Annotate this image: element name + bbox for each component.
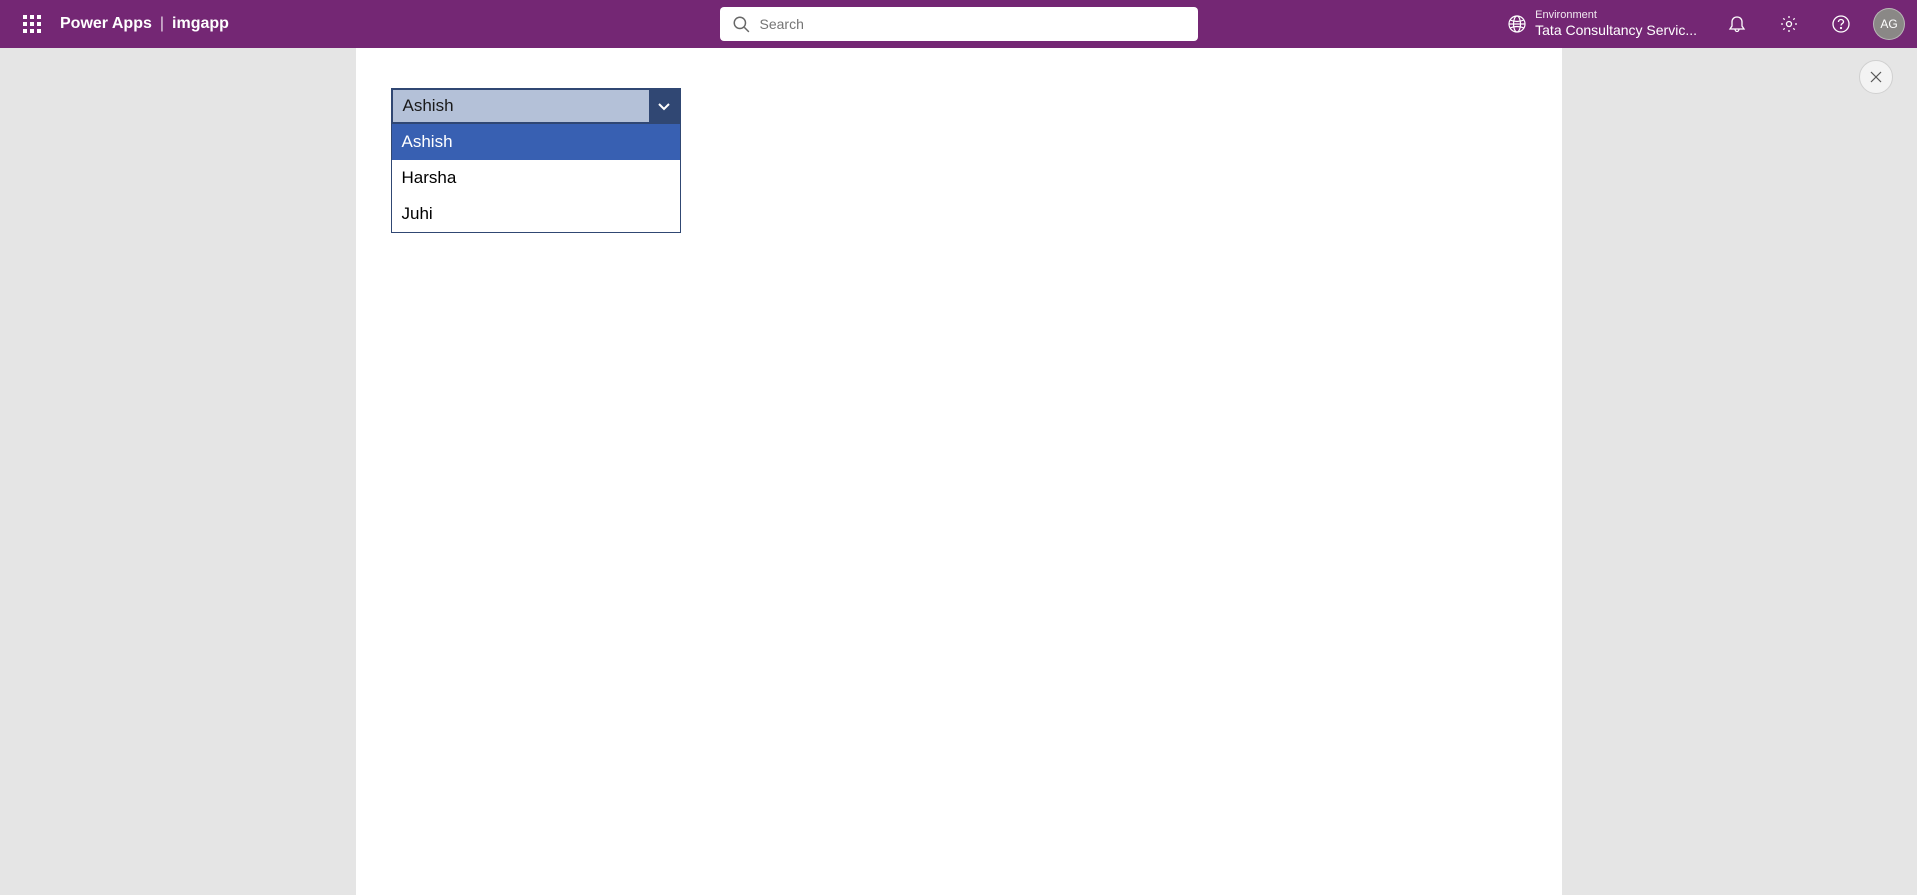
app-canvas: Ashish Ashish Harsha Juhi [356,48,1562,895]
dropdown-select[interactable]: Ashish [391,88,681,124]
dropdown-option[interactable]: Ashish [392,124,680,160]
dropdown-chevron-button[interactable] [649,90,679,122]
search-box[interactable] [720,7,1198,41]
help-button[interactable] [1817,0,1865,48]
user-avatar[interactable]: AG [1873,8,1905,40]
environment-label: Environment [1535,9,1697,22]
dropdown-option[interactable]: Juhi [392,196,680,232]
globe-icon [1507,14,1527,34]
environment-value: Tata Consultancy Servic... [1535,22,1697,39]
dropdown-control: Ashish Ashish Harsha Juhi [391,88,681,233]
search-container [720,7,1198,41]
header-right: Environment Tata Consultancy Servic... [1507,0,1909,48]
settings-button[interactable] [1765,0,1813,48]
close-icon [1869,70,1883,84]
title-separator: | [160,15,164,33]
app-name[interactable]: imgapp [172,15,229,33]
waffle-icon [23,15,41,33]
notifications-button[interactable] [1713,0,1761,48]
dropdown-option[interactable]: Harsha [392,160,680,196]
bell-icon [1728,15,1746,33]
app-launcher-button[interactable] [8,0,56,48]
canvas-area: Ashish Ashish Harsha Juhi [0,48,1917,895]
avatar-initials: AG [1880,17,1897,31]
gear-icon [1780,15,1798,33]
close-button[interactable] [1859,60,1893,94]
search-icon [732,15,750,33]
environment-selector[interactable]: Environment Tata Consultancy Servic... [1507,9,1697,39]
dropdown-selected-value: Ashish [393,96,649,116]
dropdown-list: Ashish Harsha Juhi [391,124,681,233]
help-icon [1832,15,1850,33]
app-header: Power Apps | imgapp Environme [0,0,1917,48]
chevron-down-icon [656,98,672,114]
search-input[interactable] [760,16,1186,32]
product-name[interactable]: Power Apps [60,15,152,33]
